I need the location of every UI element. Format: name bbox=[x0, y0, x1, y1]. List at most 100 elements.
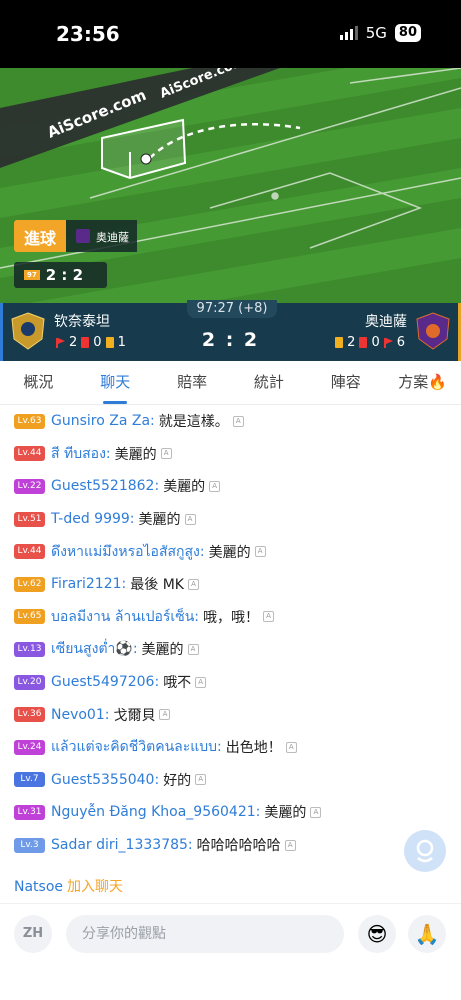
level-badge: Lv.3 bbox=[14, 837, 45, 853]
chat-username[interactable]: สี ทีบสอง: bbox=[51, 443, 111, 465]
red-card-icon bbox=[359, 337, 368, 348]
translate-icon[interactable]: A bbox=[209, 480, 221, 492]
join-text: 加入聊天 bbox=[67, 879, 124, 895]
chat-message[interactable]: Lv.62 Firari2121: 最後 MK A bbox=[14, 568, 454, 601]
mini-score-value: 2 : 2 bbox=[45, 266, 84, 284]
chat-message[interactable]: Lv.20 Guest5497206: 哦不 A bbox=[14, 666, 454, 699]
chat-message[interactable]: Lv.24 แล้วแต่จะคิดชีวิตคนละแบบ: 出色地！ A bbox=[14, 731, 454, 764]
home-team-name: 钦奈泰坦 bbox=[54, 314, 110, 330]
chat-username[interactable]: Guest5497206: bbox=[51, 674, 159, 690]
level-badge: Lv.20 bbox=[14, 674, 45, 690]
chat-username[interactable]: Nguyễn Đăng Khoa_9560421: bbox=[51, 804, 260, 820]
tab-odds[interactable]: 賠率 bbox=[154, 361, 231, 404]
translate-icon[interactable]: A bbox=[285, 741, 297, 753]
message-input[interactable]: 分享你的觀點 bbox=[66, 915, 344, 953]
away-stats: 2 0 6 bbox=[335, 335, 405, 350]
level-badge: Lv.31 bbox=[14, 804, 45, 820]
yellow-card-icon bbox=[335, 337, 344, 348]
floating-action-button[interactable] bbox=[404, 830, 446, 872]
chat-username[interactable]: Guest5521862: bbox=[51, 478, 159, 494]
chat-username[interactable]: ดึงหาแม่มึงหรอไอสัสกูสูง: bbox=[51, 541, 205, 563]
status-bar: 23:56 5G 80 bbox=[0, 0, 461, 68]
chat-username[interactable]: Gunsiro Za Za: bbox=[51, 413, 155, 429]
translate-icon[interactable]: A bbox=[187, 578, 199, 590]
level-badge: Lv.13 bbox=[14, 641, 45, 657]
translate-icon[interactable]: A bbox=[159, 709, 171, 721]
level-badge: Lv.44 bbox=[14, 544, 45, 560]
chat-username[interactable]: เซียนสูงต่ำ⚽: bbox=[51, 638, 138, 660]
emoji-pray-button[interactable]: 🙏 bbox=[408, 915, 446, 953]
chat-username[interactable]: Guest5355040: bbox=[51, 772, 159, 788]
translate-icon[interactable]: A bbox=[232, 415, 244, 427]
chat-text: 美麗的 bbox=[264, 805, 307, 822]
chat-username[interactable]: Sadar diri_1333785: bbox=[51, 837, 193, 853]
composer-bar: ZH 分享你的觀點 😎 🙏 bbox=[0, 903, 461, 963]
translate-icon[interactable]: A bbox=[284, 839, 296, 851]
chat-text: 最後 MK bbox=[130, 577, 184, 594]
level-badge: Lv.63 bbox=[14, 413, 45, 429]
home-color-bar bbox=[0, 303, 3, 361]
chat-text: 美麗的 bbox=[163, 479, 206, 496]
team-logo-icon bbox=[76, 229, 91, 243]
chat-text: 就是這樣。 bbox=[158, 414, 229, 431]
chat-username[interactable]: แล้วแต่จะคิดชีวิตคนละแบบ: bbox=[51, 736, 222, 758]
chat-text: 美麗的 bbox=[138, 512, 181, 529]
sunglasses-emoji-icon: 😎 bbox=[366, 922, 388, 946]
emoji-cool-button[interactable]: 😎 bbox=[358, 915, 396, 953]
battery-icon: 80 bbox=[394, 24, 421, 42]
chat-text: 出色地！ bbox=[225, 740, 282, 757]
chat-username[interactable]: Firari2121: bbox=[51, 576, 126, 592]
status-indicators: 5G 80 bbox=[339, 24, 421, 42]
translate-icon[interactable]: A bbox=[195, 676, 207, 688]
chat-message[interactable]: Lv.36 Nevo01: 戈爾貝 A bbox=[14, 698, 454, 731]
level-badge: Lv.62 bbox=[14, 576, 45, 592]
language-toggle-button[interactable]: ZH bbox=[14, 915, 52, 953]
tab-tips[interactable]: 方案🔥 bbox=[384, 361, 461, 404]
away-team-name: 奥迪薩 bbox=[365, 314, 407, 330]
level-badge: Lv.51 bbox=[14, 511, 45, 527]
chat-text: 好的 bbox=[163, 772, 192, 789]
join-notice: Natsoe 加入聊天 bbox=[14, 876, 123, 896]
chat-username[interactable]: บอลมีงาน ล้านเปอร์เซ็น: bbox=[51, 606, 199, 628]
goal-team-name: 奥迪薩 bbox=[96, 231, 130, 244]
translate-icon[interactable]: A bbox=[263, 611, 275, 623]
chat-message[interactable]: Lv.3 Sadar diri_1333785: 哈哈哈哈哈哈 A bbox=[14, 829, 454, 862]
translate-icon[interactable]: A bbox=[254, 546, 266, 558]
chat-message[interactable]: Lv.13 เซียนสูงต่ำ⚽: 美麗的 A bbox=[14, 633, 454, 666]
chat-message[interactable]: Lv.63 Gunsiro Za Za: 就是這樣。 A bbox=[14, 405, 454, 438]
level-badge: Lv.24 bbox=[14, 739, 45, 755]
translate-icon[interactable]: A bbox=[184, 513, 196, 525]
level-badge: Lv.22 bbox=[14, 478, 45, 494]
chat-text: 哈哈哈哈哈哈 bbox=[196, 838, 281, 855]
tab-overview[interactable]: 概況 bbox=[0, 361, 77, 404]
chat-text: 美麗的 bbox=[114, 446, 157, 463]
mini-scoreboard: 97 2 : 2 bbox=[14, 262, 107, 288]
chat-list[interactable]: Lv.63 Gunsiro Za Za: 就是這樣。 A Lv.44 สี ทีบสอง:… bbox=[14, 405, 454, 861]
chat-text: 哦，哦！ bbox=[203, 609, 260, 626]
chat-message[interactable]: Lv.65 บอลมีงาน ล้านเปอร์เซ็น: 哦，哦！ A bbox=[14, 601, 454, 634]
join-user-name[interactable]: Natsoe bbox=[14, 879, 63, 895]
timer-icon: 97 bbox=[24, 270, 40, 280]
chat-message[interactable]: Lv.31 Nguyễn Đăng Khoa_9560421: 美麗的 A bbox=[14, 796, 454, 829]
chat-message[interactable]: Lv.51 T-ded 9999: 美麗的 A bbox=[14, 503, 454, 536]
tab-lineup[interactable]: 陣容 bbox=[307, 361, 384, 404]
chat-username[interactable]: Nevo01: bbox=[51, 707, 109, 723]
chat-text: 戈爾貝 bbox=[113, 707, 156, 724]
status-time: 23:56 bbox=[56, 22, 120, 46]
chat-text: 美麗的 bbox=[141, 642, 184, 659]
chat-message[interactable]: Lv.7 Guest5355040: 好的 A bbox=[14, 764, 454, 797]
level-badge: Lv.44 bbox=[14, 446, 45, 462]
chat-message[interactable]: Lv.44 ดึงหาแม่มึงหรอไอสัสกูสูง: 美麗的 A bbox=[14, 535, 454, 568]
translate-icon[interactable]: A bbox=[195, 774, 207, 786]
location-icon bbox=[416, 839, 434, 863]
translate-icon[interactable]: A bbox=[187, 643, 199, 655]
match-animation[interactable]: AiScore.com AiScore.com 進球 奥迪薩 97 2 : 2 bbox=[0, 68, 461, 303]
chat-username[interactable]: T-ded 9999: bbox=[51, 511, 135, 527]
translate-icon[interactable]: A bbox=[160, 448, 172, 460]
level-badge: Lv.36 bbox=[14, 707, 45, 723]
chat-message[interactable]: Lv.44 สี ทีบสอง: 美麗的 A bbox=[14, 438, 454, 471]
tab-chat[interactable]: 聊天 bbox=[77, 361, 154, 404]
tab-stats[interactable]: 統計 bbox=[230, 361, 307, 404]
chat-message[interactable]: Lv.22 Guest5521862: 美麗的 A bbox=[14, 470, 454, 503]
translate-icon[interactable]: A bbox=[310, 806, 322, 818]
